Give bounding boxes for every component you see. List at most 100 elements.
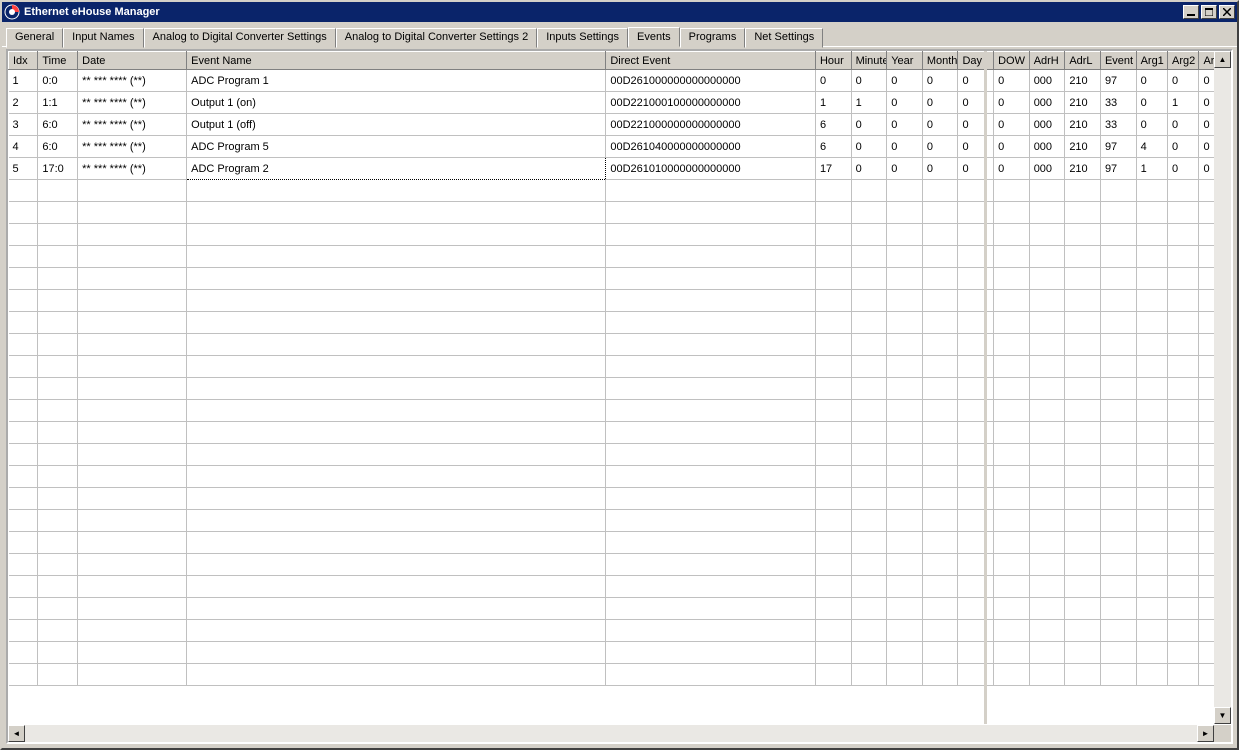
- cell-empty[interactable]: [1168, 466, 1199, 488]
- cell-empty[interactable]: [922, 532, 958, 554]
- cell-empty[interactable]: [1065, 268, 1101, 290]
- cell-empty[interactable]: [887, 554, 923, 576]
- table-row-empty[interactable]: [9, 290, 1231, 312]
- cell-empty[interactable]: [815, 488, 851, 510]
- cell-empty[interactable]: [922, 312, 958, 334]
- cell-empty[interactable]: [994, 312, 1030, 334]
- cell-empty[interactable]: [38, 422, 78, 444]
- cell-empty[interactable]: [922, 268, 958, 290]
- cell-empty[interactable]: [994, 246, 1030, 268]
- cell-empty[interactable]: [887, 400, 923, 422]
- cell-empty[interactable]: [1029, 334, 1065, 356]
- cell-minute[interactable]: 0: [851, 158, 887, 180]
- cell-arg1[interactable]: 1: [1136, 158, 1167, 180]
- cell-empty[interactable]: [815, 378, 851, 400]
- table-row-empty[interactable]: [9, 224, 1231, 246]
- cell-direct_event[interactable]: 00D261010000000000000: [606, 158, 816, 180]
- cell-date[interactable]: ** *** **** (**): [78, 92, 187, 114]
- cell-empty[interactable]: [78, 642, 187, 664]
- cell-empty[interactable]: [38, 664, 78, 686]
- cell-empty[interactable]: [958, 378, 994, 400]
- cell-empty[interactable]: [38, 576, 78, 598]
- cell-minute[interactable]: 0: [851, 136, 887, 158]
- cell-empty[interactable]: [1100, 400, 1136, 422]
- table-row[interactable]: 36:0** *** **** (**)Output 1 (off)00D221…: [9, 114, 1231, 136]
- cell-empty[interactable]: [38, 510, 78, 532]
- table-row-empty[interactable]: [9, 510, 1231, 532]
- table-row-empty[interactable]: [9, 554, 1231, 576]
- cell-empty[interactable]: [815, 400, 851, 422]
- cell-idx[interactable]: 5: [9, 158, 38, 180]
- cell-empty[interactable]: [994, 334, 1030, 356]
- table-row-empty[interactable]: [9, 598, 1231, 620]
- cell-empty[interactable]: [851, 290, 887, 312]
- cell-empty[interactable]: [187, 356, 606, 378]
- cell-empty[interactable]: [958, 312, 994, 334]
- cell-empty[interactable]: [958, 488, 994, 510]
- cell-empty[interactable]: [78, 400, 187, 422]
- cell-empty[interactable]: [815, 466, 851, 488]
- table-row-empty[interactable]: [9, 488, 1231, 510]
- table-row[interactable]: 517:0** *** **** (**)ADC Program 200D261…: [9, 158, 1231, 180]
- hscroll-track[interactable]: [25, 725, 1197, 742]
- cell-empty[interactable]: [922, 598, 958, 620]
- cell-empty[interactable]: [958, 268, 994, 290]
- tab-programs[interactable]: Programs: [680, 28, 746, 48]
- table-row-empty[interactable]: [9, 444, 1231, 466]
- cell-empty[interactable]: [1168, 246, 1199, 268]
- cell-empty[interactable]: [958, 400, 994, 422]
- cell-empty[interactable]: [1168, 224, 1199, 246]
- cell-empty[interactable]: [1029, 466, 1065, 488]
- cell-empty[interactable]: [815, 620, 851, 642]
- cell-arg2[interactable]: 0: [1168, 114, 1199, 136]
- table-row-empty[interactable]: [9, 202, 1231, 224]
- cell-empty[interactable]: [187, 334, 606, 356]
- cell-empty[interactable]: [851, 444, 887, 466]
- cell-arg2[interactable]: 1: [1168, 92, 1199, 114]
- cell-year[interactable]: 0: [887, 92, 923, 114]
- cell-empty[interactable]: [9, 378, 38, 400]
- cell-empty[interactable]: [922, 422, 958, 444]
- cell-empty[interactable]: [1065, 444, 1101, 466]
- cell-empty[interactable]: [1136, 620, 1167, 642]
- cell-event_name[interactable]: ADC Program 1: [187, 70, 606, 92]
- cell-empty[interactable]: [1065, 642, 1101, 664]
- cell-empty[interactable]: [994, 598, 1030, 620]
- cell-empty[interactable]: [815, 268, 851, 290]
- cell-empty[interactable]: [187, 488, 606, 510]
- cell-empty[interactable]: [78, 202, 187, 224]
- cell-idx[interactable]: 1: [9, 70, 38, 92]
- cell-empty[interactable]: [1065, 466, 1101, 488]
- cell-time[interactable]: 0:0: [38, 70, 78, 92]
- cell-empty[interactable]: [1168, 356, 1199, 378]
- scroll-up-button[interactable]: ▲: [1214, 51, 1231, 68]
- cell-empty[interactable]: [1168, 620, 1199, 642]
- col-header-event_name[interactable]: Event Name: [187, 52, 606, 70]
- cell-empty[interactable]: [1065, 202, 1101, 224]
- cell-adrl[interactable]: 210: [1065, 136, 1101, 158]
- cell-empty[interactable]: [78, 334, 187, 356]
- cell-empty[interactable]: [851, 620, 887, 642]
- cell-empty[interactable]: [815, 576, 851, 598]
- cell-event_name[interactable]: ADC Program 5: [187, 136, 606, 158]
- cell-hour[interactable]: 6: [815, 136, 851, 158]
- cell-empty[interactable]: [1065, 532, 1101, 554]
- cell-empty[interactable]: [994, 510, 1030, 532]
- cell-empty[interactable]: [606, 400, 816, 422]
- cell-empty[interactable]: [38, 334, 78, 356]
- table-row-empty[interactable]: [9, 378, 1231, 400]
- cell-arg1[interactable]: 0: [1136, 114, 1167, 136]
- cell-empty[interactable]: [958, 444, 994, 466]
- cell-empty[interactable]: [1168, 444, 1199, 466]
- cell-empty[interactable]: [1100, 532, 1136, 554]
- cell-empty[interactable]: [606, 268, 816, 290]
- cell-empty[interactable]: [851, 488, 887, 510]
- cell-empty[interactable]: [887, 246, 923, 268]
- cell-empty[interactable]: [994, 576, 1030, 598]
- cell-empty[interactable]: [1029, 422, 1065, 444]
- cell-empty[interactable]: [38, 180, 78, 202]
- cell-empty[interactable]: [1065, 334, 1101, 356]
- cell-empty[interactable]: [1100, 180, 1136, 202]
- col-header-direct_event[interactable]: Direct Event: [606, 52, 816, 70]
- col-header-arg2[interactable]: Arg2: [1168, 52, 1199, 70]
